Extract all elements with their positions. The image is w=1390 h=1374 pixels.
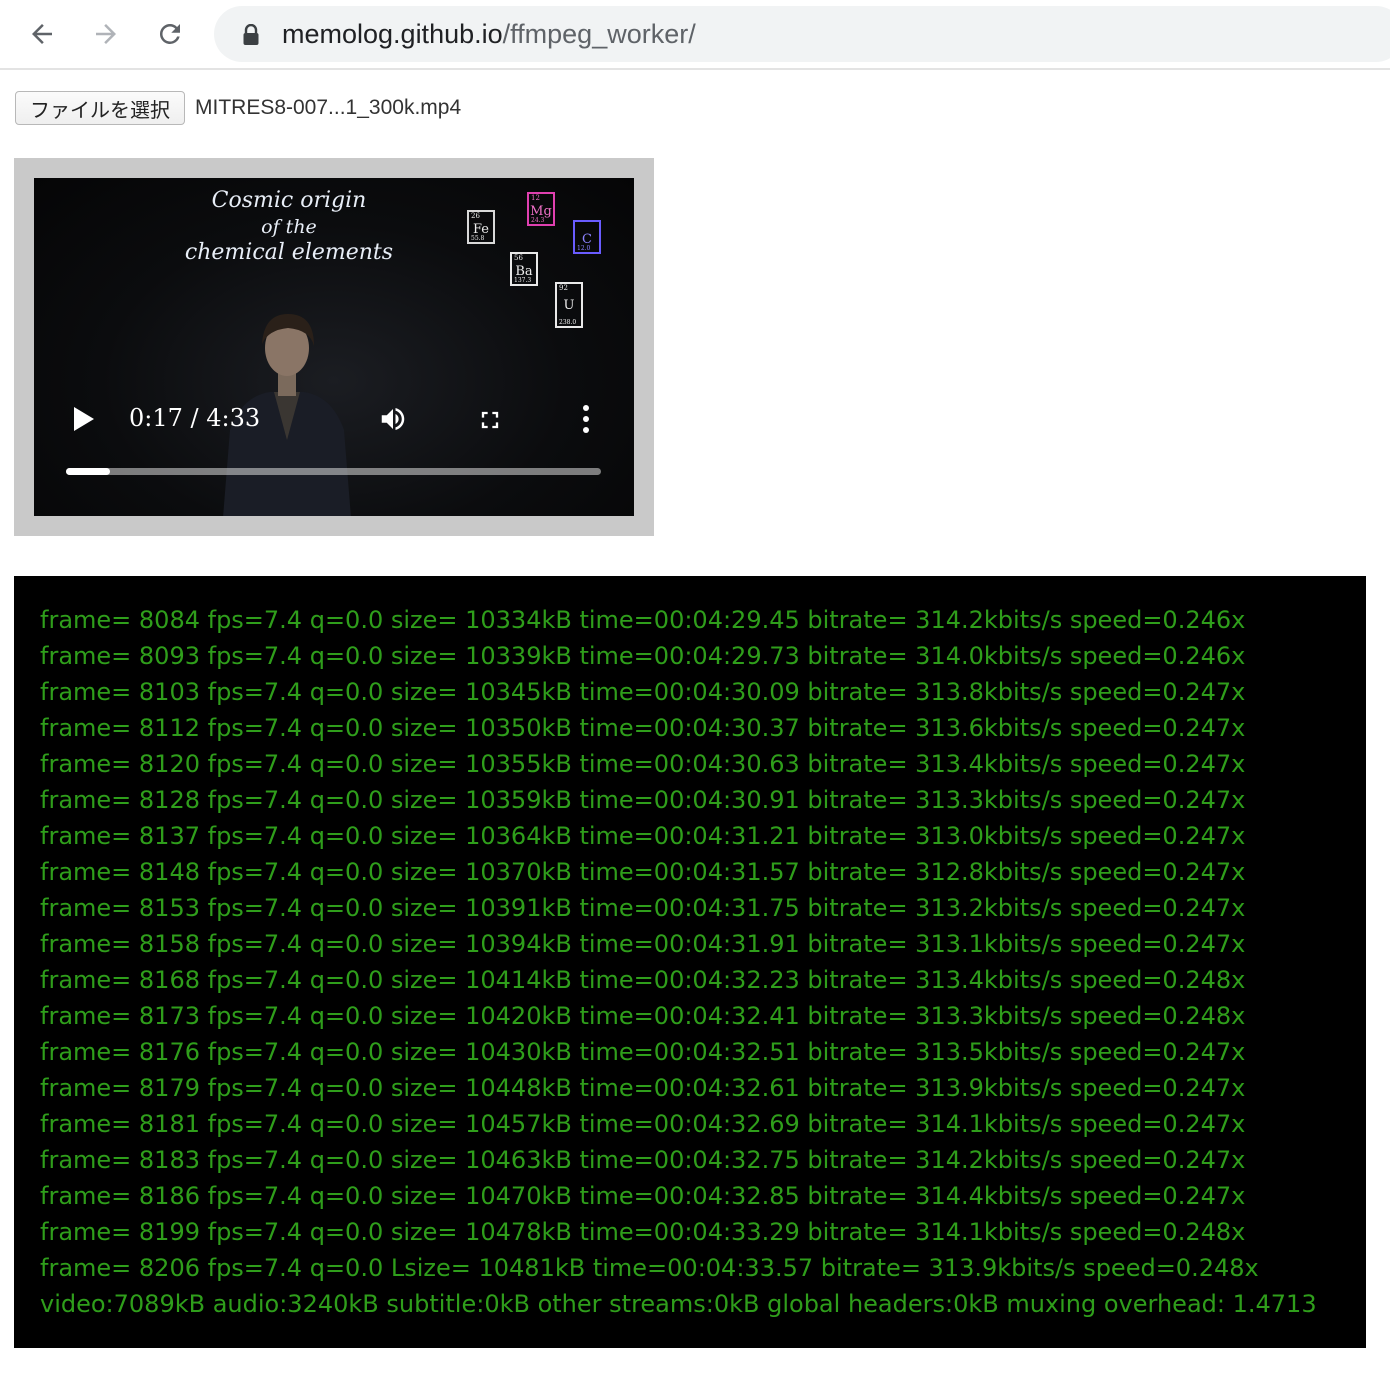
- file-input: ファイルを選択 MITRES8-007...1_300k.mp4: [15, 90, 461, 126]
- back-button[interactable]: [22, 14, 62, 54]
- mute-button[interactable]: [376, 404, 410, 434]
- reload-icon: [155, 19, 185, 49]
- tile-mass: 137.3: [514, 277, 532, 284]
- log-line: frame= 8168 fps=7.4 q=0.0 size= 10414kB …: [40, 966, 1246, 994]
- log-line: frame= 8093 fps=7.4 q=0.0 size= 10339kB …: [40, 642, 1246, 670]
- tile-mass: 238.0: [559, 319, 577, 326]
- tile-mass: 24.3: [531, 217, 545, 224]
- fullscreen-button[interactable]: [476, 406, 504, 434]
- tile-number: 92: [559, 284, 568, 292]
- lock-icon: [242, 23, 260, 50]
- tile-symbol: U: [563, 298, 575, 313]
- arrow-left-icon: [27, 19, 57, 49]
- url-text: memolog.github.io/ffmpeg_worker/: [282, 18, 696, 50]
- element-tile: 56 Ba 137.3: [510, 252, 538, 286]
- log-lines: frame= 8084 fps=7.4 q=0.0 size= 10334kB …: [40, 602, 1317, 1322]
- log-line: frame= 8112 fps=7.4 q=0.0 size= 10350kB …: [40, 714, 1246, 742]
- log-line: frame= 8206 fps=7.4 q=0.0 Lsize= 10481kB…: [40, 1254, 1259, 1282]
- tile-number: 12: [531, 194, 540, 202]
- more-vert-icon: [578, 405, 594, 438]
- board-title-line: of the: [261, 216, 317, 238]
- tile-number: 26: [471, 212, 480, 220]
- reload-button[interactable]: [150, 14, 190, 54]
- selected-file-name: MITRES8-007...1_300k.mp4: [195, 96, 462, 119]
- seek-bar[interactable]: [66, 468, 601, 475]
- board-title: Cosmic origin of the chemical elements: [174, 188, 404, 266]
- fullscreen-icon: [476, 411, 504, 438]
- element-tile: 92 U 238.0: [555, 282, 583, 328]
- log-line: frame= 8153 fps=7.4 q=0.0 size= 10391kB …: [40, 894, 1246, 922]
- video-player[interactable]: Cosmic origin of the chemical elements 2…: [34, 178, 634, 516]
- log-line: frame= 8176 fps=7.4 q=0.0 size= 10430kB …: [40, 1038, 1246, 1066]
- log-line: frame= 8199 fps=7.4 q=0.0 size= 10478kB …: [40, 1218, 1246, 1246]
- log-line: frame= 8120 fps=7.4 q=0.0 size= 10355kB …: [40, 750, 1246, 778]
- log-line: frame= 8084 fps=7.4 q=0.0 size= 10334kB …: [40, 606, 1246, 634]
- arrow-right-icon: [91, 19, 121, 49]
- board-title-line: Cosmic origin: [211, 188, 367, 213]
- log-line: frame= 8181 fps=7.4 q=0.0 size= 10457kB …: [40, 1110, 1246, 1138]
- log-line: video:7089kB audio:3240kB subtitle:0kB o…: [40, 1290, 1317, 1318]
- play-button[interactable]: [72, 406, 96, 432]
- tile-mass: 12.0: [577, 245, 591, 252]
- more-options-button[interactable]: [578, 404, 594, 434]
- tile-number: 56: [514, 254, 523, 262]
- element-tile: C 12.0: [573, 220, 601, 254]
- seek-bar-progress: [66, 468, 110, 475]
- log-line: frame= 8128 fps=7.4 q=0.0 size= 10359kB …: [40, 786, 1246, 814]
- forward-button[interactable]: [86, 14, 126, 54]
- element-tile: 12 Mg 24.3: [527, 192, 555, 226]
- log-line: frame= 8179 fps=7.4 q=0.0 size= 10448kB …: [40, 1074, 1246, 1102]
- url-path: /ffmpeg_worker/: [502, 19, 696, 49]
- url-host: memolog.github.io: [282, 19, 503, 49]
- volume-icon: [376, 408, 410, 438]
- element-tile: 26 Fe 55.8: [467, 210, 495, 244]
- log-line: frame= 8148 fps=7.4 q=0.0 size= 10370kB …: [40, 858, 1246, 886]
- log-line: frame= 8103 fps=7.4 q=0.0 size= 10345kB …: [40, 678, 1246, 706]
- address-bar[interactable]: memolog.github.io/ffmpeg_worker/: [214, 6, 1390, 62]
- log-line: frame= 8158 fps=7.4 q=0.0 size= 10394kB …: [40, 930, 1246, 958]
- log-line: frame= 8186 fps=7.4 q=0.0 size= 10470kB …: [40, 1182, 1246, 1210]
- log-line: frame= 8137 fps=7.4 q=0.0 size= 10364kB …: [40, 822, 1246, 850]
- time-display: 0:17 / 4:33: [129, 404, 261, 432]
- log-line: frame= 8183 fps=7.4 q=0.0 size= 10463kB …: [40, 1146, 1246, 1174]
- browser-toolbar: memolog.github.io/ffmpeg_worker/: [0, 0, 1390, 70]
- choose-file-button[interactable]: ファイルを選択: [15, 91, 185, 125]
- tile-mass: 55.8: [471, 235, 485, 242]
- video-container: Cosmic origin of the chemical elements 2…: [14, 158, 654, 536]
- play-icon: [72, 407, 96, 436]
- ffmpeg-log-output: frame= 8084 fps=7.4 q=0.0 size= 10334kB …: [14, 576, 1366, 1348]
- board-title-line: chemical elements: [184, 240, 394, 265]
- log-line: frame= 8173 fps=7.4 q=0.0 size= 10420kB …: [40, 1002, 1246, 1030]
